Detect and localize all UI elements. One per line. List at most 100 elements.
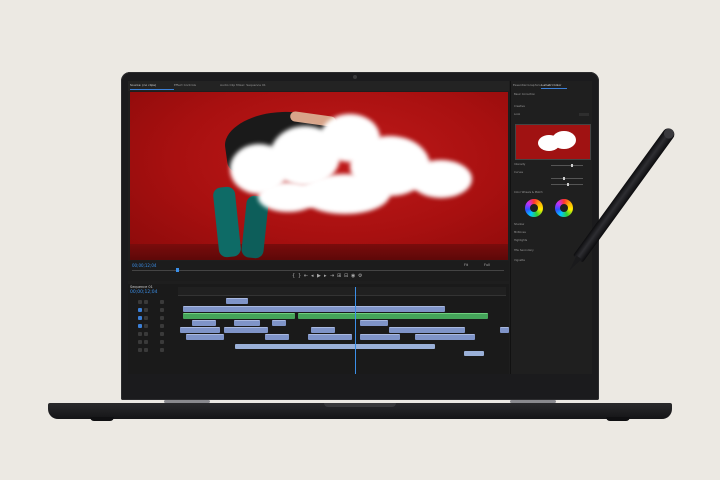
track-lock-icon[interactable]	[144, 332, 148, 336]
midtones-label: Midtones	[514, 231, 526, 234]
step-back-icon[interactable]: ◂	[311, 274, 314, 279]
monitor-tab-bar: Source: (no clips) Effect Controls Audio…	[128, 81, 509, 91]
program-monitor-video	[130, 92, 508, 260]
track-mute-icon[interactable]	[160, 324, 164, 328]
video-floor	[130, 244, 508, 260]
timeline-clip[interactable]	[234, 320, 260, 326]
section-color-wheels[interactable]: Color Wheels & Match	[514, 191, 543, 194]
timeline-clip[interactable]	[360, 334, 400, 340]
track-mute-icon[interactable]	[160, 332, 164, 336]
section-creative[interactable]: Creative	[514, 105, 525, 108]
timeline-clip[interactable]	[360, 320, 388, 326]
sequence-tab[interactable]: Sequence 01	[130, 285, 153, 289]
track-target-toggle[interactable]	[138, 332, 142, 336]
track-lock-icon[interactable]	[144, 316, 148, 320]
timeline-clip[interactable]	[180, 327, 220, 333]
tab-effect-controls[interactable]: Effect Controls	[174, 83, 196, 87]
faded-film-slider[interactable]	[551, 177, 583, 180]
track-visibility-icon[interactable]	[160, 316, 164, 320]
timeline-clip[interactable]	[415, 334, 475, 340]
track-target-toggle[interactable]	[138, 300, 142, 304]
export-frame-icon[interactable]: ◉	[351, 274, 355, 279]
track-mute-icon[interactable]	[160, 340, 164, 344]
active-tab-indicator	[130, 89, 174, 90]
timeline-clip[interactable]	[265, 334, 289, 340]
step-forward-icon[interactable]: ▸	[324, 274, 327, 279]
timeline-panel: Sequence 01 00;00;12;04	[128, 284, 509, 374]
mark-out-icon[interactable]: }	[298, 274, 301, 279]
section-curves[interactable]: Curves	[514, 171, 523, 174]
timeline-clip[interactable]	[224, 327, 268, 333]
intensity-slider[interactable]	[551, 164, 583, 167]
highlight-tint-wheel[interactable]	[555, 199, 573, 217]
section-hsl-secondary[interactable]: HSL Secondary	[514, 249, 534, 252]
base-notch	[324, 403, 396, 407]
overwrite-icon[interactable]: ⊟	[344, 274, 348, 279]
timeline-clip[interactable]	[226, 298, 248, 304]
go-to-in-icon[interactable]: ⇤	[304, 274, 308, 279]
monitor-controls: 00;00;12;04 Fit Full { } ⇤ ◂ ▶ ▸ ⇥ ⊞ ⊟ ◉…	[128, 261, 509, 281]
look-dropdown[interactable]	[579, 113, 589, 116]
sharpen-slider[interactable]	[551, 183, 583, 186]
shadow-label: Shadow	[514, 223, 525, 226]
tab-source[interactable]: Source: (no clips)	[130, 83, 156, 87]
track-lock-icon[interactable]	[144, 340, 148, 344]
section-basic-correction[interactable]: Basic Correction	[514, 93, 535, 96]
track-target-toggle[interactable]	[138, 308, 142, 312]
track-lock-icon[interactable]	[144, 300, 148, 304]
track-target-toggle[interactable]	[138, 340, 142, 344]
track-mute-icon[interactable]	[160, 348, 164, 352]
track-header-a2	[130, 332, 176, 338]
timeline-clip[interactable]	[183, 313, 295, 319]
timeline-playhead[interactable]	[355, 287, 356, 374]
timeline-clip[interactable]	[500, 327, 509, 333]
track-target-toggle[interactable]	[138, 348, 142, 352]
timeline-clip[interactable]	[389, 327, 465, 333]
track-header-a1	[130, 324, 176, 330]
track-lock-icon[interactable]	[144, 308, 148, 312]
timeline-timecode[interactable]: 00;00;12;04	[130, 290, 157, 295]
track-header-v3	[130, 300, 176, 306]
timeline-clip[interactable]	[272, 320, 286, 326]
timeline-clip[interactable]	[186, 334, 224, 340]
monitor-timecode[interactable]: 00;00;12;04	[132, 263, 156, 268]
track-target-toggle[interactable]	[138, 324, 142, 328]
tab-audio-mixer[interactable]: Audio Clip Mixer: Sequence 01	[220, 83, 266, 87]
timeline-clip[interactable]	[192, 320, 216, 326]
preview-cloud	[552, 131, 576, 149]
timeline-clip[interactable]	[298, 313, 488, 319]
active-panel-tab-indicator	[541, 88, 567, 89]
monitor-playhead[interactable]	[176, 268, 179, 272]
foot-left	[90, 417, 114, 421]
play-icon[interactable]: ▶	[317, 274, 321, 279]
audio-clip[interactable]	[464, 351, 484, 356]
settings-icon[interactable]: ⚙	[358, 274, 362, 279]
track-visibility-icon[interactable]	[160, 308, 164, 312]
foot-right	[606, 417, 630, 421]
look-label: Look	[514, 113, 521, 116]
time-ruler[interactable]	[178, 287, 506, 296]
timeline-clip[interactable]	[308, 334, 352, 340]
cloud	[258, 182, 318, 212]
look-preview-thumbnail[interactable]	[515, 124, 591, 160]
go-to-out-icon[interactable]: ⇥	[330, 274, 334, 279]
track-visibility-icon[interactable]	[160, 300, 164, 304]
insert-icon[interactable]: ⊞	[337, 274, 341, 279]
shadow-tint-wheel[interactable]	[525, 199, 543, 217]
tab-essential-graphics[interactable]: Essential Graphics	[513, 83, 541, 87]
timeline-clip[interactable]	[311, 327, 335, 333]
audio-clip[interactable]	[235, 344, 435, 349]
tab-lumetri-color[interactable]: Lumetri Color	[541, 83, 561, 87]
fit-dropdown[interactable]: Fit	[464, 263, 468, 267]
track-lock-icon[interactable]	[144, 348, 148, 352]
track-header-a4	[130, 348, 176, 354]
hinge-left	[164, 400, 210, 403]
resolution-dropdown[interactable]: Full	[484, 263, 490, 267]
section-vignette[interactable]: Vignette	[514, 259, 525, 262]
track-lock-icon[interactable]	[144, 324, 148, 328]
mark-in-icon[interactable]: {	[292, 274, 295, 279]
timeline-clip[interactable]	[183, 306, 445, 312]
cloud	[410, 160, 472, 198]
track-target-toggle[interactable]	[138, 316, 142, 320]
monitor-scrubber[interactable]	[132, 270, 504, 271]
